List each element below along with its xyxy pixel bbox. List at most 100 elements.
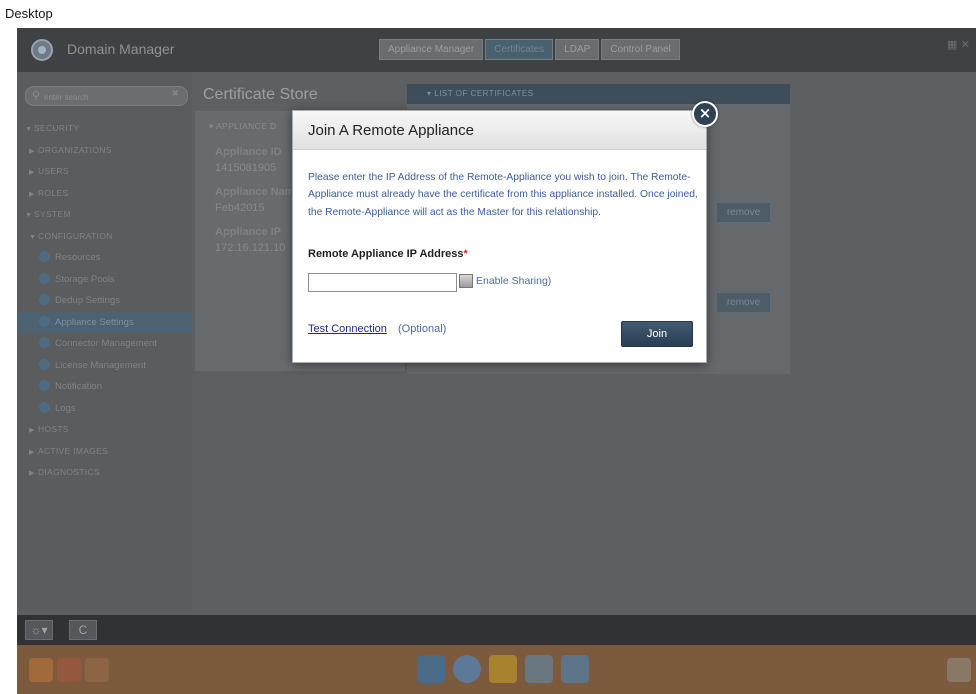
appliance-ip-value: 172.16.121.10 xyxy=(215,242,286,254)
clear-search-icon[interactable]: ✖ xyxy=(171,89,179,99)
sidebar-item-label: Dedup Settings xyxy=(55,295,120,306)
caret-down-icon: ▼ xyxy=(25,126,33,133)
sidebar-item-label: Notification xyxy=(55,381,102,392)
remove-certificate-button[interactable]: remove xyxy=(716,292,771,313)
window-menu-icon[interactable]: ▦ xyxy=(947,38,957,51)
sidebar-item-label: Resources xyxy=(55,252,101,263)
sidebar-item-notification[interactable]: Notification xyxy=(17,376,192,398)
search-input[interactable] xyxy=(44,90,164,104)
screen: Desktop Domain Manager Appliance Manager… xyxy=(0,0,976,694)
settings-icon[interactable] xyxy=(57,658,81,682)
app-logo-icon xyxy=(31,39,53,61)
app-title: Domain Manager xyxy=(67,41,175,57)
sidebar-item-roles[interactable]: ▶ ROLES xyxy=(17,183,192,205)
close-dialog-icon[interactable]: × xyxy=(692,101,718,127)
sidebar-item-label: SECURITY xyxy=(34,123,80,133)
tab-appliance-manager[interactable]: Appliance Manager xyxy=(379,39,484,60)
globe-icon xyxy=(39,251,50,262)
sidebar-item-appliance-settings[interactable]: Appliance Settings xyxy=(17,311,192,333)
message-icon[interactable] xyxy=(947,658,971,682)
sidebar-item-label: CONFIGURATION xyxy=(38,230,113,241)
sidebar-item-diagnostics[interactable]: ▶ DIAGNOSTICS xyxy=(17,462,192,484)
sidebar-item-label: ROLES xyxy=(38,187,69,198)
search-box: ⚲ ✖ xyxy=(25,86,188,106)
refresh-button[interactable]: C xyxy=(69,620,97,640)
test-connection-link[interactable]: Test Connection xyxy=(308,323,387,335)
window-controls: ▦ ✕ xyxy=(947,38,970,51)
gear-icon xyxy=(39,315,50,327)
sidebar-item-label: Appliance Settings xyxy=(55,316,134,328)
sidebar-item-resources[interactable]: Resources xyxy=(17,247,192,269)
activity-icon[interactable] xyxy=(561,655,589,683)
ip-address-label: Remote Appliance IP Address* xyxy=(308,248,468,260)
globe-icon xyxy=(39,358,50,370)
globe-icon xyxy=(39,401,50,413)
window-close-icon[interactable]: ✕ xyxy=(961,38,970,51)
storage-icon[interactable] xyxy=(489,655,517,683)
caret-right-icon: ▶ xyxy=(29,190,35,198)
edit-icon[interactable] xyxy=(85,658,109,682)
domain-manager-icon[interactable] xyxy=(453,655,481,683)
sidebar-item-active-images[interactable]: ▶ ACTIVE IMAGES xyxy=(17,441,192,463)
top-tabs: Appliance Manager Certificates LDAP Cont… xyxy=(379,39,682,60)
remove-certificate-button[interactable]: remove xyxy=(716,202,771,223)
alert-icon[interactable] xyxy=(29,658,53,682)
sidebar-item-dedup-settings[interactable]: Dedup Settings xyxy=(17,290,192,312)
certificates-list-header[interactable]: ▾ LIST OF CERTIFICATES xyxy=(407,84,790,104)
sidebar-nav: ▼ SECURITY ▶ ORGANIZATIONS ▶ USERS ▶ ROLES ▼… xyxy=(17,118,192,484)
caret-right-icon: ▶ xyxy=(29,147,35,155)
page-title: Certificate Store xyxy=(203,86,318,103)
sidebar-item-users[interactable]: ▶ USERS xyxy=(17,161,192,183)
app-header: Domain Manager Appliance Manager Certifi… xyxy=(17,28,976,72)
search-icon: ⚲ xyxy=(32,89,41,102)
enable-sharing-checkbox[interactable] xyxy=(459,274,473,288)
tab-ldap[interactable]: LDAP xyxy=(555,39,600,60)
sidebar-item-logs[interactable]: Logs xyxy=(17,398,192,420)
sidebar-item-label: ORGANIZATIONS xyxy=(38,144,112,155)
monitor-icon[interactable] xyxy=(525,655,553,683)
join-remote-appliance-dialog: Join A Remote Appliance Please enter the… xyxy=(292,110,707,363)
appliance-name-value: Feb42015 xyxy=(215,202,265,214)
sidebar-item-label: Storage Pools xyxy=(55,273,115,285)
sidebar-item-label: Logs xyxy=(55,402,76,414)
sidebar-item-hosts[interactable]: ▶ HOSTS xyxy=(17,419,192,441)
sidebar-item-storage-pools[interactable]: Storage Pools xyxy=(17,269,192,291)
network-icon[interactable] xyxy=(417,655,445,683)
bottom-toolbar: ☼▾ C xyxy=(17,615,976,645)
sidebar-item-organizations[interactable]: ▶ ORGANIZATIONS xyxy=(17,140,192,162)
globe-icon xyxy=(39,337,50,348)
sidebar-item-label: HOSTS xyxy=(38,424,69,434)
sidebar-item-label: License Management xyxy=(55,359,146,371)
globe-icon xyxy=(39,294,50,305)
tab-certificates[interactable]: Certificates xyxy=(485,39,554,60)
certificates-header-label: LIST OF CERTIFICATES xyxy=(434,89,534,98)
dialog-description: Please enter the IP Address of the Remot… xyxy=(308,172,698,218)
caret-right-icon: ▶ xyxy=(29,427,35,434)
sidebar-item-connector-management[interactable]: Connector Management xyxy=(17,333,192,355)
dialog-title: Join A Remote Appliance xyxy=(308,122,474,139)
sidebar-item-label: ACTIVE IMAGES xyxy=(38,445,109,456)
appliance-id-label: Appliance ID xyxy=(215,146,282,158)
sidebar-item-security[interactable]: ▼ SECURITY xyxy=(17,118,192,140)
ip-address-input[interactable] xyxy=(308,273,457,292)
sidebar-item-label: Connector Management xyxy=(55,338,157,349)
appliance-ip-label: Appliance IP xyxy=(215,226,282,238)
sidebar-item-configuration[interactable]: ▼ CONFIGURATION xyxy=(17,226,192,248)
tab-control-panel[interactable]: Control Panel xyxy=(601,39,680,60)
sidebar-item-system[interactable]: ▼ SYSTEM xyxy=(17,204,192,226)
ip-address-label-text: Remote Appliance IP Address xyxy=(308,248,464,260)
caret-down-icon: ▼ xyxy=(29,233,37,241)
taskbar xyxy=(17,645,976,694)
sidebar: ⚲ ✖ ▼SECURITY ▶ORGANIZATIONS ▶USERS ▶ROL… xyxy=(17,72,192,612)
sidebar-item-label: DIAGNOSTICS xyxy=(38,467,100,477)
globe-icon xyxy=(39,272,50,284)
desktop-title: Desktop xyxy=(5,6,53,21)
caret-right-icon: ▶ xyxy=(29,169,35,176)
dialog-header: Join A Remote Appliance xyxy=(293,111,706,150)
globe-icon xyxy=(39,380,50,391)
sidebar-item-license-management[interactable]: License Management xyxy=(17,355,192,377)
caret-right-icon: ▶ xyxy=(29,448,35,456)
join-button[interactable]: Join xyxy=(621,321,693,347)
appliance-id-value: 1415081905 xyxy=(215,162,277,174)
settings-menu-button[interactable]: ☼▾ xyxy=(25,620,53,640)
